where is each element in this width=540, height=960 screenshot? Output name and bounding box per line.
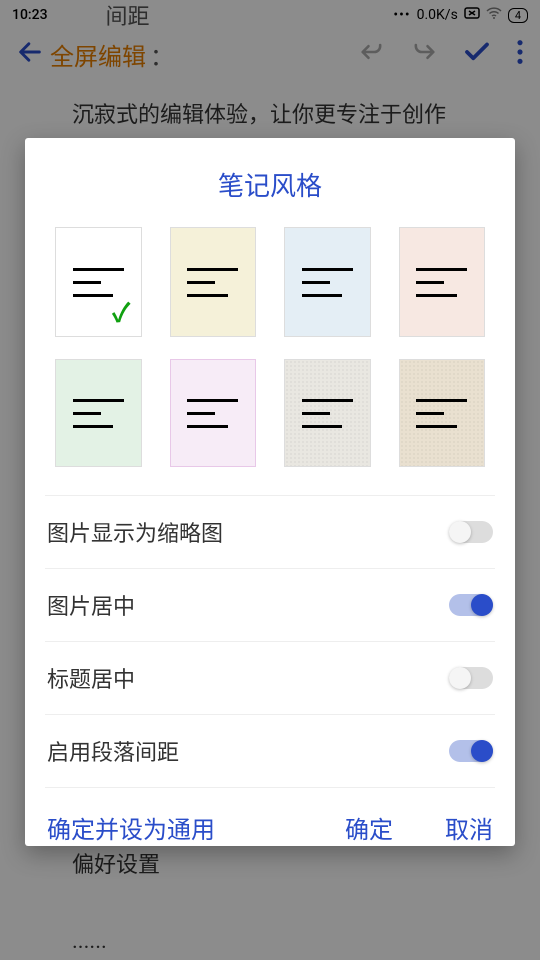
setting-image-center: 图片居中	[45, 569, 495, 642]
setting-label: 图片显示为缩略图	[47, 516, 223, 548]
check-icon: ✓	[112, 293, 131, 330]
set-default-button[interactable]: 确定并设为通用	[47, 810, 215, 845]
toggle-image-center[interactable]	[449, 594, 493, 616]
toggle-title-center[interactable]	[449, 667, 493, 689]
note-style-dialog: 笔记风格 ✓ 图片显示为缩略图	[25, 138, 515, 846]
style-option-cream[interactable]	[170, 227, 257, 337]
style-option-peach[interactable]	[399, 227, 486, 337]
toggle-thumbnail[interactable]	[449, 521, 493, 543]
style-option-white[interactable]: ✓	[55, 227, 142, 337]
setting-label: 启用段落间距	[47, 735, 179, 767]
cancel-button[interactable]: 取消	[445, 810, 493, 845]
dialog-title: 笔记风格	[25, 138, 515, 227]
style-grid: ✓	[25, 227, 515, 495]
ok-button[interactable]: 确定	[345, 810, 393, 845]
setting-label: 图片居中	[47, 589, 135, 621]
setting-title-center: 标题居中	[45, 642, 495, 715]
setting-label: 标题居中	[47, 662, 135, 694]
setting-thumbnail: 图片显示为缩略图	[45, 495, 495, 569]
style-option-paper-light[interactable]	[284, 359, 371, 467]
toggle-paragraph-spacing[interactable]	[449, 740, 493, 762]
dialog-actions: 确定并设为通用 确定 取消	[25, 788, 515, 871]
setting-paragraph-spacing: 启用段落间距	[45, 715, 495, 788]
style-option-mint[interactable]	[55, 359, 142, 467]
style-option-paper-tan[interactable]	[399, 359, 486, 467]
settings-list: 图片显示为缩略图 图片居中 标题居中 启用段落间距	[25, 495, 515, 788]
style-option-sky[interactable]	[284, 227, 371, 337]
style-option-pink[interactable]	[170, 359, 257, 467]
